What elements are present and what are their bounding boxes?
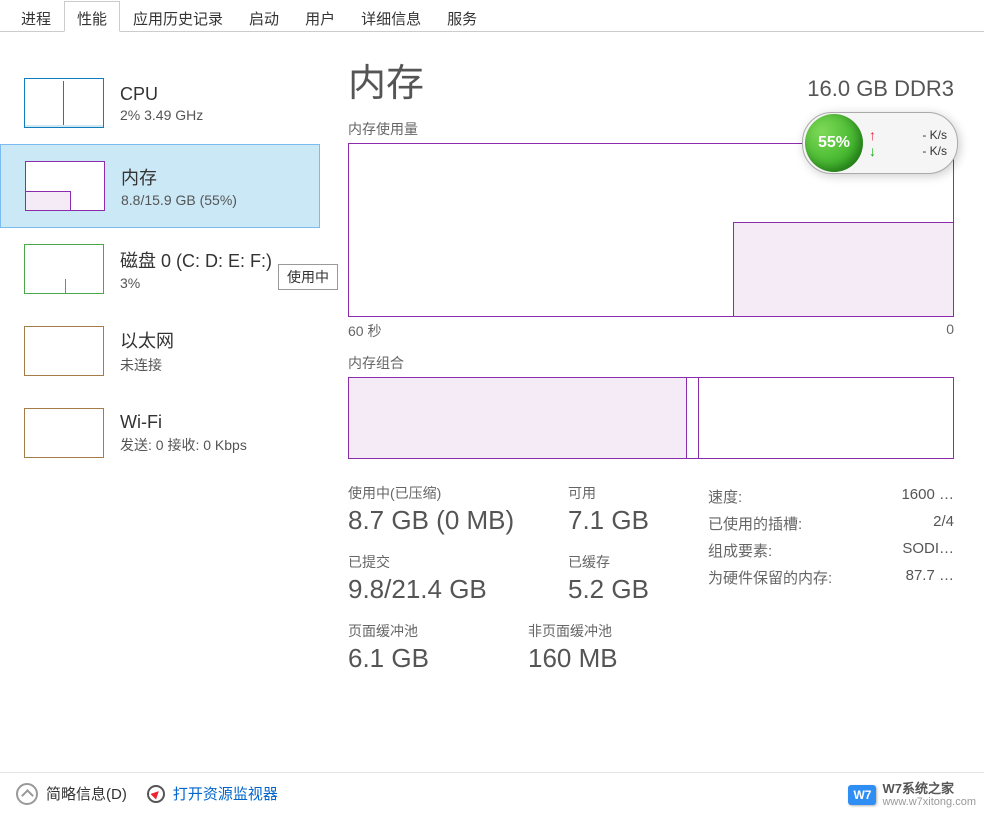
- stat-available-value: 7.1 GB: [568, 505, 708, 536]
- cpu-label-block: CPU 2% 3.49 GHz: [120, 84, 203, 123]
- tab-processes[interactable]: 进程: [8, 1, 64, 32]
- sidebar-item-disk[interactable]: 磁盘 0 (C: D: E: F:) 3%: [0, 228, 320, 310]
- prop-hw-reserved-value: 87.7 …: [906, 567, 954, 588]
- wifi-thumb-graph: [24, 408, 104, 458]
- cpu-thumb-graph: [24, 78, 104, 128]
- tab-details[interactable]: 详细信息: [348, 1, 434, 32]
- disk-title: 磁盘 0 (C: D: E: F:): [120, 247, 272, 273]
- stat-cached-label: 已缓存: [568, 552, 708, 572]
- stat-nonpaged-pool-value: 160 MB: [528, 643, 708, 674]
- disk-label-block: 磁盘 0 (C: D: E: F:) 3%: [120, 247, 272, 291]
- watermark-title: W7系统之家: [882, 782, 976, 796]
- tab-users[interactable]: 用户: [292, 1, 348, 32]
- widget-percent-icon: 55%: [805, 114, 863, 172]
- sidebar-item-cpu[interactable]: CPU 2% 3.49 GHz: [0, 62, 320, 144]
- prop-form: 组成要素: SODI…: [708, 537, 954, 564]
- stat-committed-value: 9.8/21.4 GB: [348, 574, 568, 605]
- sidebar-item-ethernet[interactable]: 以太网 未连接: [0, 310, 320, 392]
- wifi-subtext: 发送: 0 接收: 0 Kbps: [120, 435, 247, 455]
- prop-form-value: SODI…: [902, 540, 954, 561]
- prop-speed-label: 速度:: [708, 486, 742, 507]
- wifi-label-block: Wi-Fi 发送: 0 接收: 0 Kbps: [120, 412, 247, 455]
- open-resource-monitor-link[interactable]: 打开资源监视器: [173, 783, 278, 804]
- prop-slots: 已使用的插槽: 2/4: [708, 510, 954, 537]
- memory-composition-bar[interactable]: [348, 377, 954, 459]
- watermark-url: www.w7xitong.com: [882, 796, 976, 808]
- stat-paged-pool-label: 页面缓冲池: [348, 621, 528, 641]
- chevron-up-circle-icon[interactable]: [16, 783, 38, 805]
- stat-in-use: 使用中(已压缩) 8.7 GB (0 MB): [348, 483, 568, 536]
- prop-hw-reserved-label: 为硬件保留的内存:: [708, 567, 832, 588]
- watermark: W7 W7系统之家 www.w7xitong.com: [848, 782, 976, 808]
- stat-committed: 已提交 9.8/21.4 GB: [348, 552, 568, 605]
- stat-cached: 已缓存 5.2 GB: [568, 552, 708, 605]
- prop-form-label: 组成要素:: [708, 540, 772, 561]
- disk-thumb-graph: [24, 244, 104, 294]
- footer-bar: 简略信息(D) 打开资源监视器: [0, 772, 984, 814]
- stat-paged-pool: 页面缓冲池 6.1 GB: [348, 621, 528, 674]
- stats-block: 使用中(已压缩) 8.7 GB (0 MB) 可用 7.1 GB 已提交 9.8…: [348, 483, 954, 690]
- prop-slots-value: 2/4: [933, 513, 954, 534]
- sidebar-item-wifi[interactable]: Wi-Fi 发送: 0 接收: 0 Kbps: [0, 392, 320, 474]
- netspeed-widget[interactable]: 55% ↑ - K/s ↓ - K/s: [802, 112, 958, 174]
- stat-nonpaged-pool-label: 非页面缓冲池: [528, 621, 708, 641]
- ethernet-label-block: 以太网 未连接: [120, 327, 174, 375]
- tab-bar: 进程 性能 应用历史记录 启动 用户 详细信息 服务: [0, 0, 984, 32]
- stat-nonpaged-pool: 非页面缓冲池 160 MB: [528, 621, 708, 674]
- tab-app-history[interactable]: 应用历史记录: [120, 1, 236, 32]
- sidebar: CPU 2% 3.49 GHz 内存 8.8/15.9 GB (55%) 磁盘 …: [0, 32, 320, 772]
- comp-segment-in-use: [349, 378, 687, 458]
- detail-title: 内存: [348, 52, 424, 107]
- arrow-up-icon: ↑: [869, 127, 876, 143]
- cpu-subtext: 2% 3.49 GHz: [120, 107, 203, 123]
- widget-info: ↑ - K/s ↓ - K/s: [863, 123, 957, 163]
- ethernet-thumb-graph: [24, 326, 104, 376]
- tab-performance[interactable]: 性能: [64, 1, 120, 32]
- memory-usage-fill: [733, 222, 953, 316]
- memory-title: 内存: [121, 164, 237, 190]
- prop-slots-label: 已使用的插槽:: [708, 513, 802, 534]
- axis-right: 0: [946, 321, 954, 341]
- stat-in-use-value: 8.7 GB (0 MB): [348, 505, 568, 536]
- prop-hw-reserved: 为硬件保留的内存: 87.7 …: [708, 564, 954, 591]
- resource-monitor-icon[interactable]: [147, 785, 165, 803]
- tab-services[interactable]: 服务: [434, 1, 490, 32]
- stat-in-use-label: 使用中(已压缩): [348, 483, 568, 503]
- memory-subtext: 8.8/15.9 GB (55%): [121, 192, 237, 208]
- ethernet-title: 以太网: [120, 327, 174, 353]
- detail-spec: 16.0 GB DDR3: [807, 76, 954, 102]
- stats-right: 速度: 1600 … 已使用的插槽: 2/4 组成要素: SODI… 为硬件保留…: [708, 483, 954, 690]
- tab-startup[interactable]: 启动: [236, 1, 292, 32]
- comp-segment-standby-free: [699, 378, 953, 458]
- disk-subtext: 3%: [120, 275, 272, 291]
- wifi-title: Wi-Fi: [120, 412, 247, 433]
- comp-segment-modified: [687, 378, 699, 458]
- axis-left: 60 秒: [348, 321, 381, 341]
- prop-speed-value: 1600 …: [901, 486, 954, 507]
- stat-available-label: 可用: [568, 483, 708, 503]
- stat-available: 可用 7.1 GB: [568, 483, 708, 536]
- graph-axis: 60 秒 0: [348, 321, 954, 341]
- stat-cached-value: 5.2 GB: [568, 574, 708, 605]
- widget-upload-value: - K/s: [922, 128, 947, 142]
- stat-paged-pool-value: 6.1 GB: [348, 643, 528, 674]
- tooltip-in-use: 使用中: [278, 264, 338, 290]
- stats-left: 使用中(已压缩) 8.7 GB (0 MB) 可用 7.1 GB 已提交 9.8…: [348, 483, 708, 690]
- arrow-down-icon: ↓: [869, 143, 876, 159]
- memory-label-block: 内存 8.8/15.9 GB (55%): [121, 164, 237, 208]
- cpu-title: CPU: [120, 84, 203, 105]
- widget-download-value: - K/s: [922, 144, 947, 158]
- stat-committed-label: 已提交: [348, 552, 568, 572]
- sidebar-item-memory[interactable]: 内存 8.8/15.9 GB (55%): [0, 144, 320, 228]
- ethernet-subtext: 未连接: [120, 355, 174, 375]
- memory-thumb-graph: [25, 161, 105, 211]
- brief-info-link[interactable]: 简略信息(D): [46, 783, 127, 804]
- prop-speed: 速度: 1600 …: [708, 483, 954, 510]
- detail-header: 内存 16.0 GB DDR3: [348, 52, 954, 107]
- composition-label: 内存组合: [348, 353, 954, 373]
- watermark-badge: W7: [848, 785, 876, 805]
